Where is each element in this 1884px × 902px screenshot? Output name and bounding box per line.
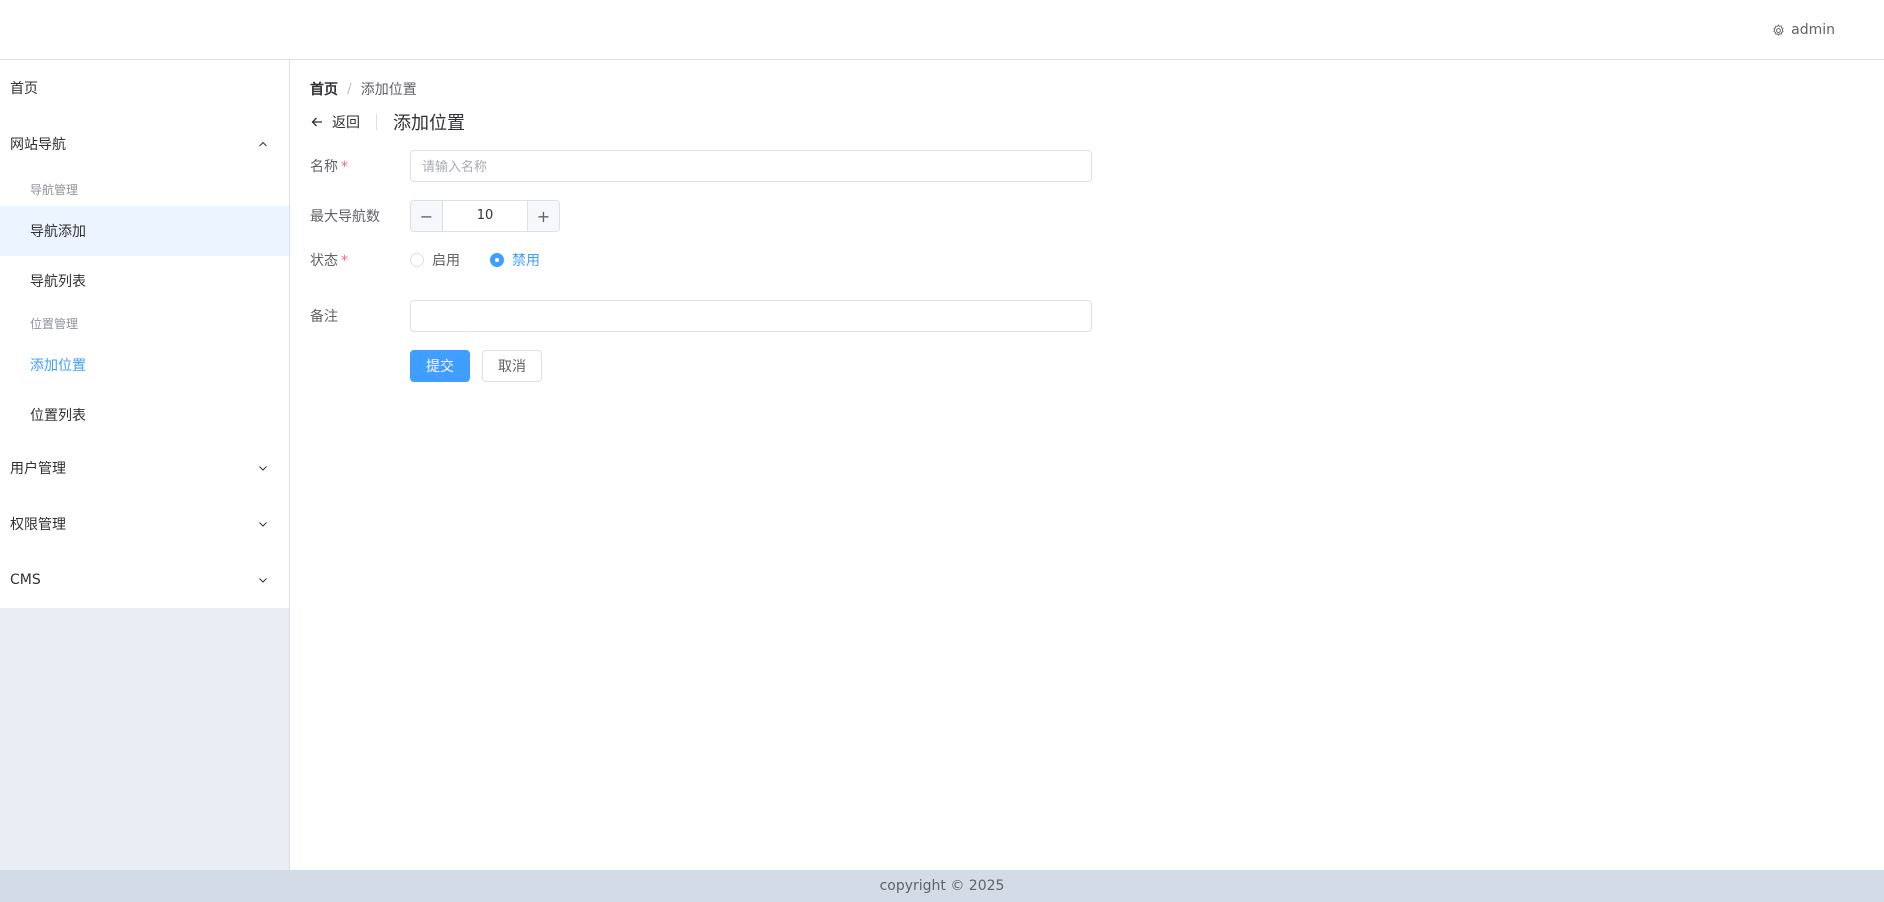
user-menu[interactable]: admin [1772,20,1835,40]
menu-group-position: 位置管理 [30,316,79,331]
menu-nav-list-label: 导航列表 [30,274,86,290]
page-header: 返回 添加位置 [310,110,465,134]
max-nav-stepper: − 10 + [410,200,560,232]
menu-nav-add-label: 导航添加 [30,224,86,240]
menu-home[interactable]: 首页 [0,60,289,116]
submit-button[interactable]: 提交 [410,350,470,382]
form-row-status: 状态 * 启用 禁用 [310,250,570,270]
back-button[interactable]: 返回 [310,112,360,132]
radio-circle-checked [490,253,504,267]
back-label: 返回 [332,115,360,131]
form-row-remark: 备注 [310,300,1092,332]
menu-cms-label: CMS [10,572,41,588]
form-row-name: 名称 * [310,150,1092,182]
breadcrumb: 首页 / 添加位置 [310,79,417,99]
copyright-text: copyright © 2025 [879,878,1005,894]
remark-input[interactable] [410,300,1092,332]
top-header: admin [0,0,1884,60]
max-nav-label: 最大导航数 [310,209,380,225]
breadcrumb-current: 添加位置 [360,82,417,98]
menu-site-nav[interactable]: 网站导航 [0,116,289,172]
menu-site-nav-label: 网站导航 [10,137,66,153]
chevron-up-icon [259,141,267,147]
status-enable-label: 启用 [432,253,460,269]
menu-position-add-label: 添加位置 [30,358,86,374]
max-nav-value[interactable]: 10 [443,201,527,231]
remark-label: 备注 [310,309,338,325]
breadcrumb-home[interactable]: 首页 [310,79,338,99]
increment-button[interactable]: + [527,201,559,231]
chevron-down-icon [259,578,267,583]
form-actions: 提交 取消 [410,350,542,382]
cancel-button[interactable]: 取消 [482,350,542,382]
footer: copyright © 2025 [0,870,1884,902]
menu-position-add[interactable]: 添加位置 [0,340,289,390]
name-label-text: 名称 [310,159,338,175]
form-row-max-nav: 最大导航数 − 10 + [310,200,560,232]
menu-home-label: 首页 [10,81,38,97]
page-title: 添加位置 [393,113,465,134]
name-label: 名称 * [310,156,410,176]
breadcrumb-separator: / [347,81,352,97]
chevron-down-icon [259,466,267,471]
page-header-divider [376,114,377,130]
status-radio-disable[interactable]: 禁用 [490,250,540,270]
menu-permission-management[interactable]: 权限管理 [0,496,289,552]
required-mark: * [341,159,348,175]
status-radio-enable[interactable]: 启用 [410,250,460,270]
menu-nav-add[interactable]: 导航添加 [0,206,289,256]
status-disable-label: 禁用 [512,253,540,269]
sidebar-menu: 首页 网站导航 导航管理 导航添加 导航列表 位置管理 添加位置 位置列表 用户… [0,60,289,608]
menu-user-management-label: 用户管理 [10,461,66,477]
required-mark: * [341,253,348,269]
menu-permission-management-label: 权限管理 [10,517,66,533]
decrement-button[interactable]: − [411,201,443,231]
menu-group-nav: 导航管理 [30,182,79,197]
arrow-left-icon [311,117,322,127]
radio-circle [410,253,424,267]
chevron-down-icon [259,522,267,527]
menu-position-list[interactable]: 位置列表 [0,390,289,440]
main-content: 首页 / 添加位置 返回 添加位置 名称* 最大导航数 − 10 + 状态* [290,60,1884,870]
menu-user-management[interactable]: 用户管理 [0,440,289,496]
menu-nav-list[interactable]: 导航列表 [0,256,289,306]
sidebar: 首页 网站导航 导航管理 导航添加 导航列表 位置管理 添加位置 位置列表 用户… [0,60,290,870]
status-label-text: 状态 [310,253,338,269]
menu-position-list-label: 位置列表 [30,408,86,424]
username: admin [1791,22,1835,38]
name-input[interactable] [410,150,1092,182]
status-label: 状态 * [310,250,410,270]
menu-cms[interactable]: CMS [0,552,289,608]
gear-icon [1773,23,1784,36]
